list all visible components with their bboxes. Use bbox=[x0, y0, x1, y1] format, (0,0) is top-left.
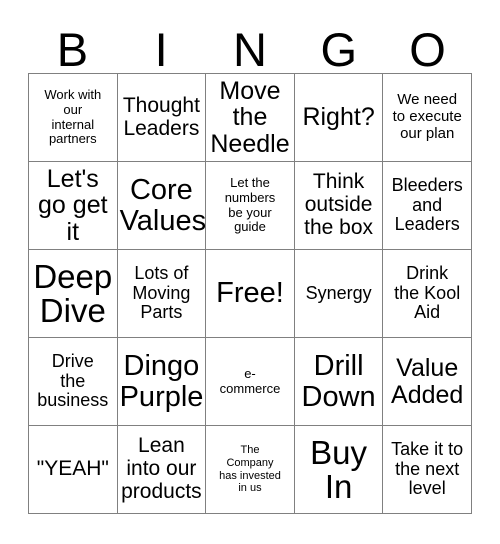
bingo-cell-label: Synergy bbox=[305, 282, 372, 303]
bingo-grid: Work with our internal partners Thought … bbox=[28, 73, 472, 514]
bingo-cell-i1[interactable]: Thought Leaders bbox=[117, 74, 207, 162]
header-letter-b: B bbox=[56, 23, 89, 76]
header-letter-n: N bbox=[233, 23, 267, 76]
bingo-cell-g1[interactable]: Right? bbox=[294, 74, 384, 162]
bingo-cell-label: Value Added bbox=[391, 354, 464, 409]
bingo-cell-label: The Company has invested in us bbox=[219, 443, 281, 495]
bingo-cell-o1[interactable]: We need to execute our plan bbox=[383, 74, 472, 162]
bingo-cell-label: Lean into our products bbox=[121, 434, 202, 503]
bingo-cell-b2[interactable]: Let's go get it bbox=[29, 162, 118, 250]
bingo-cell-label: Let's go get it bbox=[38, 164, 108, 246]
bingo-cell-i5[interactable]: Lean into our products bbox=[117, 426, 207, 514]
bingo-cell-o3[interactable]: Drink the Kool Aid bbox=[383, 250, 472, 338]
bingo-cell-label: Let the numbers be your guide bbox=[224, 174, 276, 235]
bingo-cell-label: Deep Dive bbox=[33, 257, 113, 329]
bingo-cell-n2[interactable]: Let the numbers be your guide bbox=[206, 162, 295, 250]
bingo-cell-label: Think outside the box bbox=[304, 170, 374, 239]
bingo-cell-label: "YEAH" bbox=[36, 457, 109, 481]
bingo-cell-label: Thought Leaders bbox=[122, 93, 200, 140]
header-letter-i: I bbox=[154, 23, 168, 76]
bingo-cell-label: Drink the Kool Aid bbox=[394, 262, 461, 323]
bingo-cell-g3[interactable]: Synergy bbox=[294, 250, 384, 338]
bingo-cell-b4[interactable]: Drive the business bbox=[29, 338, 118, 426]
bingo-card: B I N G O Work with our internal partner… bbox=[0, 0, 500, 544]
bingo-cell-free-space[interactable]: Free! bbox=[206, 250, 295, 338]
bingo-cell-o2[interactable]: Bleeders and Leaders bbox=[383, 162, 472, 250]
bingo-cell-label: Drill Down bbox=[301, 350, 376, 413]
bingo-cell-label: Work with our internal partners bbox=[44, 86, 102, 147]
bingo-cell-g4[interactable]: Drill Down bbox=[294, 338, 384, 426]
bingo-cell-i3[interactable]: Lots of Moving Parts bbox=[117, 250, 207, 338]
bingo-cell-n4[interactable]: e- commerce bbox=[206, 338, 295, 426]
bingo-cell-b3[interactable]: Deep Dive bbox=[29, 250, 118, 338]
bingo-cell-label: Move the Needle bbox=[210, 76, 290, 158]
bingo-cell-label: Dingo Purple bbox=[119, 350, 204, 413]
bingo-cell-label: Right? bbox=[302, 103, 375, 132]
bingo-cell-label: Bleeders and Leaders bbox=[391, 174, 463, 235]
bingo-cell-i4[interactable]: Dingo Purple bbox=[117, 338, 207, 426]
bingo-cell-o5[interactable]: Take it to the next level bbox=[383, 426, 472, 514]
bingo-cell-n5[interactable]: The Company has invested in us bbox=[206, 426, 295, 514]
bingo-cell-b1[interactable]: Work with our internal partners bbox=[29, 74, 118, 162]
bingo-cell-label: Take it to the next level bbox=[391, 438, 464, 499]
bingo-cell-g2[interactable]: Think outside the box bbox=[294, 162, 384, 250]
bingo-header: B I N G O bbox=[28, 14, 472, 73]
header-letter-g: G bbox=[320, 23, 358, 76]
bingo-cell-n1[interactable]: Move the Needle bbox=[206, 74, 295, 162]
bingo-cell-i2[interactable]: Core Values bbox=[117, 162, 207, 250]
bingo-cell-label: Lots of Moving Parts bbox=[132, 262, 191, 323]
bingo-cell-o4[interactable]: Value Added bbox=[383, 338, 472, 426]
bingo-cell-label: Core Values bbox=[119, 174, 207, 237]
header-letter-o: O bbox=[409, 23, 446, 76]
bingo-cell-g5[interactable]: Buy In bbox=[294, 426, 384, 514]
bingo-cell-b5[interactable]: "YEAH" bbox=[29, 426, 118, 514]
bingo-cell-label: Buy In bbox=[310, 433, 368, 505]
bingo-cell-label: Drive the business bbox=[37, 350, 109, 411]
bingo-cell-label: e- commerce bbox=[219, 365, 281, 396]
bingo-cell-label: Free! bbox=[216, 277, 284, 310]
bingo-cell-label: We need to execute our plan bbox=[392, 91, 462, 142]
